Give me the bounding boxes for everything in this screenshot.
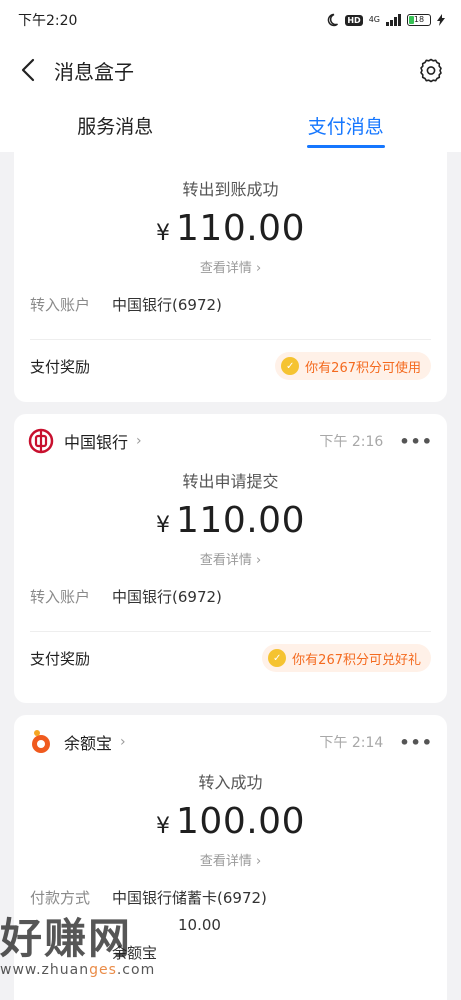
- currency-symbol: ¥: [156, 814, 171, 839]
- card-amount: ¥ 110.00: [14, 500, 447, 541]
- card-status: 转出到账成功: [182, 180, 279, 199]
- watermark: 好赚网 www.zhuanges.com: [0, 905, 240, 1000]
- settings-button[interactable]: [411, 50, 451, 90]
- more-icon[interactable]: •••: [399, 432, 433, 451]
- view-detail-link[interactable]: 查看详情 ›: [14, 850, 447, 869]
- card-time: 下午 2:16: [319, 434, 384, 450]
- row-label: 转入账户: [30, 588, 91, 606]
- status-time: 下午2:20: [18, 13, 78, 29]
- message-list[interactable]: 转出到账成功 ¥ 110.00 查看详情 › 转入账户 中国银行(6972) 支…: [0, 152, 461, 1000]
- amount-value: 110.00: [176, 208, 305, 249]
- card-amount: ¥ 100.00: [14, 801, 447, 842]
- chevron-right-icon: ›: [136, 433, 142, 449]
- payment-reward-row[interactable]: 支付奖励 ✓ 你有267积分可兑好礼: [14, 632, 447, 684]
- signal-icon: [386, 14, 401, 26]
- view-detail-link[interactable]: 查看详情 ›: [14, 257, 447, 276]
- view-detail-link[interactable]: 查看详情 ›: [14, 549, 447, 568]
- card-status: 转入成功: [198, 773, 263, 792]
- hd-icon: HD: [345, 14, 363, 26]
- card-time: 下午 2:14: [319, 735, 384, 751]
- watermark-url: www.zhuanges.com: [0, 962, 156, 978]
- message-tabs: 服务消息 支付消息: [0, 100, 461, 152]
- chevron-right-icon: ›: [120, 734, 126, 750]
- battery-icon: 18: [407, 14, 431, 26]
- amount-value: 100.00: [176, 801, 305, 842]
- boc-logo-icon: [28, 428, 54, 454]
- points-badge[interactable]: ✓ 你有267积分可使用: [275, 352, 431, 380]
- currency-symbol: ¥: [156, 513, 171, 538]
- row-value: 中国银行(6972): [112, 296, 222, 314]
- card-header[interactable]: 余额宝 › 下午 2:14 •••: [14, 715, 447, 769]
- message-card[interactable]: 中国银行 › 下午 2:16 ••• 转出申请提交 ¥ 110.00 查看详情 …: [14, 414, 447, 703]
- row-value: 中国银行(6972): [112, 588, 222, 606]
- info-row: 转入账户 中国银行(6972): [14, 586, 447, 607]
- charging-icon: [437, 14, 445, 26]
- coin-icon: ✓: [268, 649, 287, 667]
- source-name: 中国银行: [64, 433, 129, 452]
- reward-label: 支付奖励: [30, 649, 91, 668]
- tab-payment-messages[interactable]: 支付消息: [231, 100, 461, 152]
- amount-value: 110.00: [176, 500, 305, 541]
- coin-icon: ✓: [281, 357, 300, 375]
- card-header[interactable]: 中国银行 › 下午 2:16 •••: [14, 414, 447, 468]
- back-arrow-icon: [21, 58, 35, 82]
- points-badge[interactable]: ✓ 你有267积分可兑好礼: [262, 644, 431, 672]
- card-amount: ¥ 110.00: [14, 208, 447, 249]
- card-status: 转出申请提交: [182, 472, 279, 491]
- status-bar: 下午2:20 HD 4G 18: [0, 0, 461, 40]
- back-button[interactable]: [8, 50, 48, 90]
- source-name: 余额宝: [64, 734, 113, 753]
- status-icons: HD 4G 18: [325, 13, 445, 27]
- row-label: 转入账户: [30, 296, 91, 314]
- gear-icon: [420, 58, 442, 83]
- currency-symbol: ¥: [156, 221, 171, 246]
- network-type: 4G: [368, 15, 380, 24]
- page-title: 消息盒子: [54, 59, 134, 84]
- watermark-logo: 好赚网: [0, 914, 133, 963]
- message-card[interactable]: 转出到账成功 ¥ 110.00 查看详情 › 转入账户 中国银行(6972) 支…: [14, 152, 447, 402]
- app-header: 消息盒子: [0, 40, 461, 100]
- yuebao-logo-icon: [28, 729, 54, 755]
- tab-service-messages[interactable]: 服务消息: [0, 100, 231, 152]
- info-row: 转入账户 中国银行(6972): [14, 294, 447, 315]
- reward-label: 支付奖励: [30, 357, 91, 376]
- payment-reward-row[interactable]: 支付奖励 ✓ 你有267积分可使用: [14, 340, 447, 392]
- more-icon[interactable]: •••: [399, 733, 433, 752]
- moon-icon: [328, 13, 339, 27]
